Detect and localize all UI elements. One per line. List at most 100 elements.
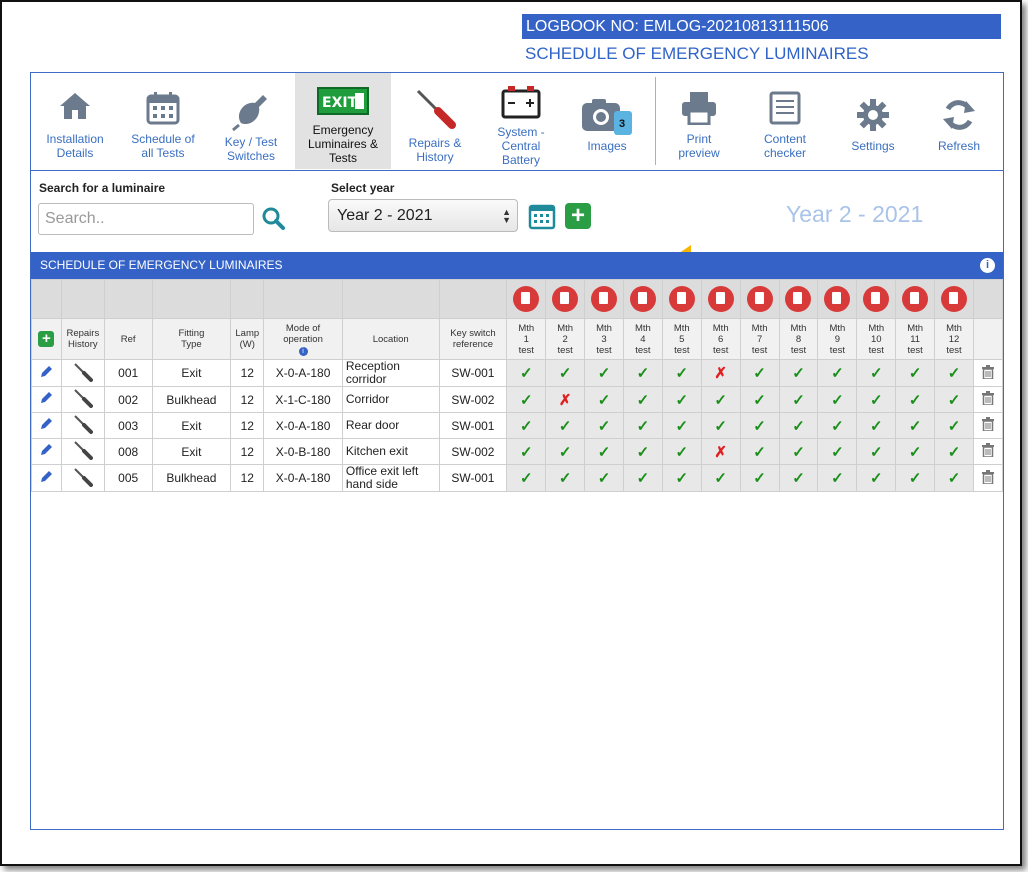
month-12-result[interactable]: ✓ [934,386,974,413]
pdf-icon[interactable] [552,286,579,312]
month-9-result[interactable]: ✓ [817,359,858,387]
toolbar-system-battery[interactable]: System - Central Battery [479,73,563,169]
month-1-result[interactable]: ✓ [506,386,547,413]
month-7-result[interactable]: ✓ [739,359,780,387]
pdf-icon[interactable] [707,286,734,312]
toolbar-key-test-switches[interactable]: Key / Test Switches [209,73,293,169]
pdf-icon[interactable] [513,286,540,312]
pdf-icon[interactable] [629,286,656,312]
pdf-icon[interactable] [902,286,929,312]
month-4-result[interactable]: ✓ [622,359,663,387]
month-4-result[interactable]: ✓ [622,464,663,492]
pdf-icon[interactable] [591,286,618,312]
toolbar-content-checker[interactable]: Content checker [743,73,827,169]
trash-icon[interactable] [981,443,994,460]
month-9-result[interactable]: ✓ [817,438,858,465]
month-2-result[interactable]: ✓ [545,438,586,465]
pdf-icon[interactable] [863,286,890,312]
month-2-result[interactable]: ✓ [545,464,586,492]
month-8-result[interactable]: ✓ [778,386,819,413]
month-6-result[interactable]: ✗ [700,438,741,465]
month-10-result[interactable]: ✓ [856,359,897,387]
month-9-result[interactable]: ✓ [817,386,858,413]
month-4-result[interactable]: ✓ [622,412,663,439]
month-8-result[interactable]: ✓ [778,464,819,492]
month-3-result[interactable]: ✓ [584,359,624,387]
year-calendar-icon[interactable] [528,202,556,235]
month-1-result[interactable]: ✓ [506,464,547,492]
month-7-result[interactable]: ✓ [739,464,780,492]
month-3-result[interactable]: ✓ [584,438,624,465]
month-11-result[interactable]: ✓ [895,464,936,492]
month-5-result[interactable]: ✓ [661,412,702,439]
month-5-result[interactable]: ✓ [661,438,702,465]
month-10-result[interactable]: ✓ [856,438,897,465]
month-4-result[interactable]: ✓ [622,386,663,413]
pdf-icon[interactable] [668,286,695,312]
month-6-result[interactable]: ✓ [700,412,741,439]
month-11-result[interactable]: ✓ [895,412,936,439]
add-year-button[interactable]: + [565,203,591,229]
toolbar-settings[interactable]: Settings [831,73,915,169]
pdf-icon[interactable] [785,286,812,312]
month-5-result[interactable]: ✓ [661,464,702,492]
month-12-result[interactable]: ✓ [934,412,974,439]
month-5-result[interactable]: ✓ [661,386,702,413]
month-10-result[interactable]: ✓ [856,412,897,439]
toolbar-emergency-luminaires[interactable]: EXIT Emergency Luminaires & Tests [295,73,391,169]
mode-info-icon[interactable]: i [298,346,308,356]
pdf-icon[interactable] [746,286,773,312]
month-2-result[interactable]: ✗ [545,386,586,413]
screwdriver-icon[interactable] [73,415,93,437]
month-9-result[interactable]: ✓ [817,412,858,439]
trash-icon[interactable] [981,417,994,434]
month-8-result[interactable]: ✓ [778,412,819,439]
month-8-result[interactable]: ✓ [778,359,819,387]
screwdriver-icon[interactable] [73,362,93,385]
toolbar-print-preview[interactable]: Print preview [657,73,741,169]
month-12-result[interactable]: ✓ [934,438,974,465]
year-select[interactable]: Year 2 - 2021 ▲ ▼ [328,199,518,232]
info-icon[interactable]: i [980,258,995,273]
pdf-icon[interactable] [941,286,968,312]
month-12-result[interactable]: ✓ [934,359,974,387]
month-7-result[interactable]: ✓ [739,412,780,439]
screwdriver-icon[interactable] [73,441,93,463]
month-2-result[interactable]: ✓ [545,359,586,387]
add-luminaire-button[interactable]: + [38,331,55,347]
month-6-result[interactable]: ✓ [700,386,741,413]
pencil-icon[interactable] [39,444,53,460]
toolbar-images[interactable]: 3 Images [565,73,649,169]
month-12-result[interactable]: ✓ [934,464,974,492]
month-2-result[interactable]: ✓ [545,412,586,439]
month-7-result[interactable]: ✓ [739,438,780,465]
month-6-result[interactable]: ✗ [700,359,741,387]
month-9-result[interactable]: ✓ [817,464,858,492]
trash-icon[interactable] [981,391,994,408]
month-10-result[interactable]: ✓ [856,386,897,413]
month-11-result[interactable]: ✓ [895,359,936,387]
month-3-result[interactable]: ✓ [584,464,624,492]
month-11-result[interactable]: ✓ [895,386,936,413]
month-1-result[interactable]: ✓ [506,412,547,439]
toolbar-schedule-tests[interactable]: Schedule of all Tests [121,73,205,169]
search-input[interactable] [38,203,254,235]
trash-icon[interactable] [981,469,994,487]
pencil-icon[interactable] [39,470,53,487]
pdf-icon[interactable] [824,286,851,312]
month-6-result[interactable]: ✓ [700,464,741,492]
toolbar-refresh[interactable]: Refresh [917,73,1001,169]
toolbar-installation-details[interactable]: Installation Details [33,73,117,169]
trash-icon[interactable] [981,364,994,382]
screwdriver-icon[interactable] [73,467,93,490]
month-11-result[interactable]: ✓ [895,438,936,465]
month-7-result[interactable]: ✓ [739,386,780,413]
month-8-result[interactable]: ✓ [778,438,819,465]
toolbar-repairs-history[interactable]: Repairs & History [393,73,477,169]
pencil-icon[interactable] [39,365,53,382]
month-3-result[interactable]: ✓ [584,386,624,413]
pencil-icon[interactable] [39,392,53,408]
screwdriver-icon[interactable] [73,389,93,411]
month-1-result[interactable]: ✓ [506,359,547,387]
search-icon[interactable] [261,206,285,235]
